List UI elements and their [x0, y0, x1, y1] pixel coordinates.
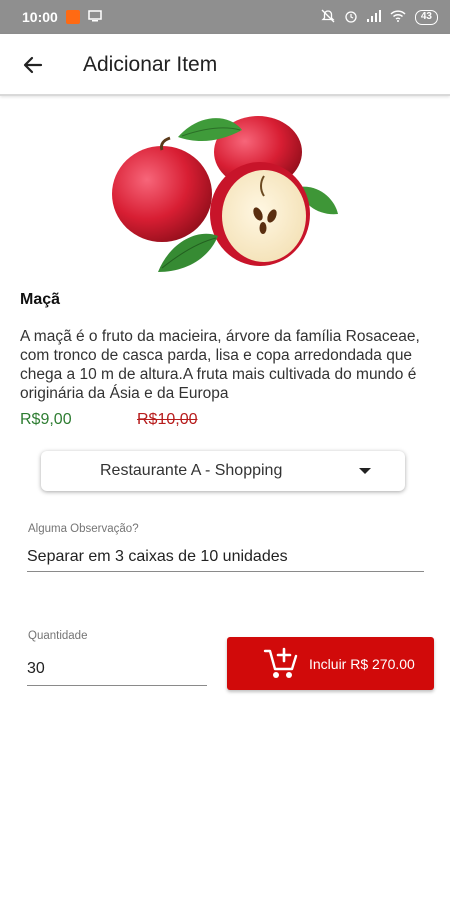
add-to-cart-icon [263, 647, 299, 681]
wifi-icon [390, 9, 406, 25]
page-title: Adicionar Item [83, 53, 218, 76]
alarm-icon [344, 9, 358, 26]
mute-icon [321, 9, 335, 26]
battery-icon: 43 [414, 9, 438, 25]
chevron-down-icon [359, 468, 371, 474]
product-price: R$9,00 [20, 411, 72, 428]
product-name: Maçã [20, 291, 61, 308]
product-description: A maçã é o fruto da macieira, árvore da … [20, 328, 420, 402]
apple-photo [100, 112, 350, 277]
observation-label: Alguma Observação? [28, 523, 139, 535]
status-time: 10:00 [22, 9, 58, 25]
quantity-label: Quantidade [28, 630, 88, 642]
signal-icon [366, 9, 381, 25]
screen-icon [88, 9, 102, 25]
product-old-price: R$10,00 [137, 411, 198, 428]
app-bar: Adicionar Item [0, 34, 450, 96]
arrow-back-icon[interactable] [20, 52, 46, 78]
quantity-input[interactable] [27, 658, 207, 686]
status-bar: 10:00 43 [0, 0, 450, 34]
observation-input[interactable] [27, 548, 424, 572]
notification-square-icon [65, 10, 80, 24]
store-select[interactable]: Restaurante A - Shopping [41, 451, 405, 491]
add-to-cart-label: Incluir R$ 270.00 [309, 656, 415, 672]
add-to-cart-button[interactable]: Incluir R$ 270.00 [227, 637, 434, 690]
status-icons: 43 [321, 9, 438, 26]
store-select-value: Restaurante A - Shopping [100, 462, 283, 479]
